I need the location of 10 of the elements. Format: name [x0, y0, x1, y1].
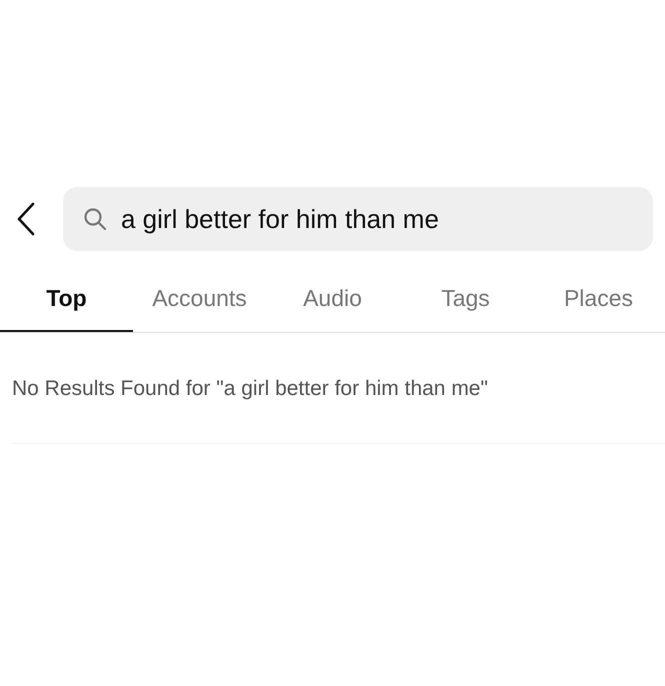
search-field[interactable]: a girl better for him than me: [121, 200, 641, 238]
tab[interactable]: Accounts: [133, 271, 266, 332]
tab[interactable]: Top: [0, 271, 133, 332]
tab[interactable]: Audio: [266, 271, 399, 332]
tab[interactable]: Tags: [399, 271, 532, 332]
search-bar[interactable]: a girl better for him than me: [63, 187, 653, 251]
tab[interactable]: Places: [532, 271, 665, 332]
search-icon: [83, 207, 107, 231]
no-results-message: No Results Found for "a girl better for him than me": [12, 376, 489, 402]
back-icon: [17, 202, 35, 236]
